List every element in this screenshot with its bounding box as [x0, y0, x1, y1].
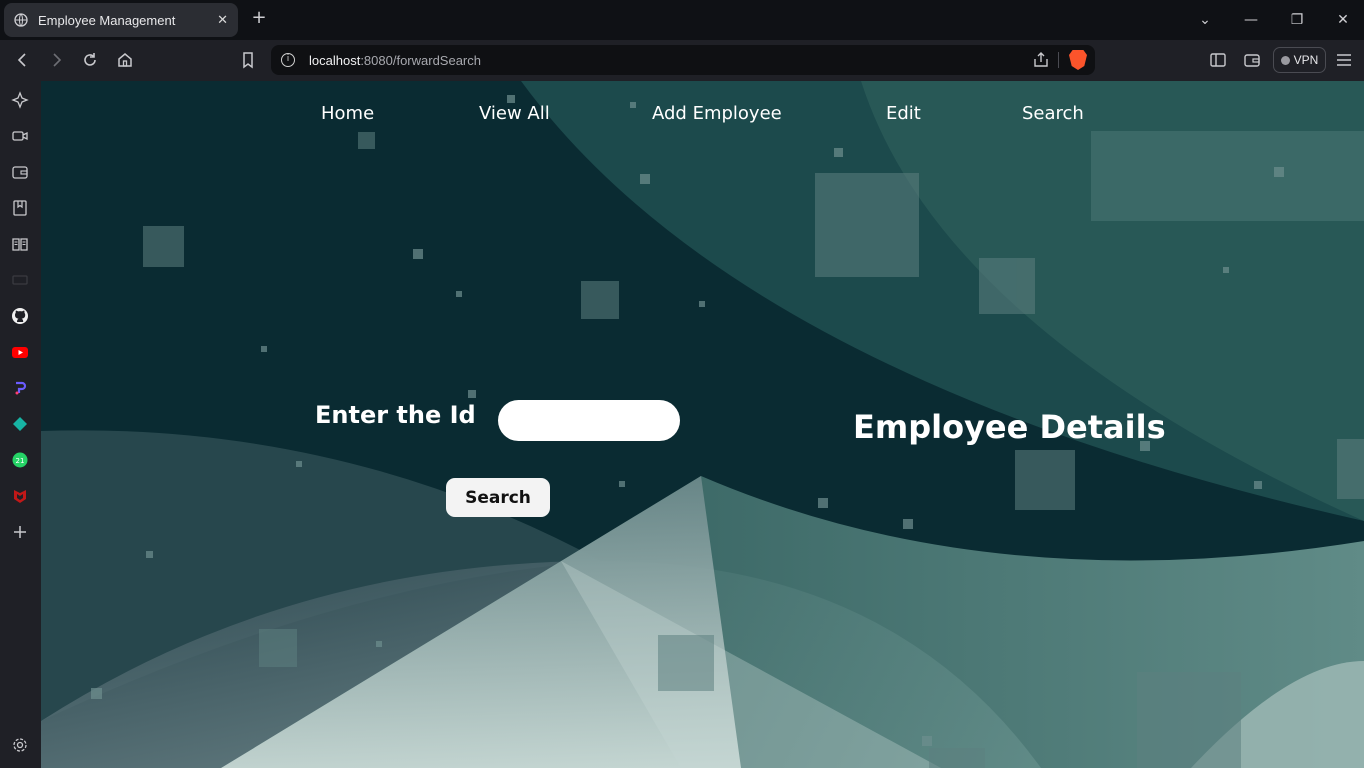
diamond-app-icon[interactable] [11, 415, 29, 433]
reload-icon[interactable] [80, 50, 100, 70]
youtube-icon[interactable] [11, 343, 29, 361]
restore-icon[interactable]: ❐ [1287, 10, 1307, 30]
main-nav: Home View All Add Employee Edit Search [41, 103, 1364, 131]
url-separator [1058, 52, 1059, 68]
browser-tab-bar: Employee Management ✕ + ⌄ — ❐ ✕ [0, 0, 1364, 40]
vpn-status-icon [1280, 55, 1290, 65]
github-icon[interactable] [11, 307, 29, 325]
globe-icon [14, 13, 28, 27]
back-icon[interactable] [13, 50, 33, 70]
employee-id-input[interactable] [498, 400, 680, 441]
address-bar[interactable]: i localhost:8080/forwardSearch [271, 45, 1095, 75]
nav-search-link[interactable]: Search [1022, 103, 1084, 124]
page-content: Home View All Add Employee Edit Search E… [41, 81, 1364, 768]
close-tab-icon[interactable]: ✕ [217, 13, 228, 28]
mcafee-icon[interactable] [11, 487, 29, 505]
brave-shield-icon[interactable] [1069, 50, 1087, 70]
home-icon[interactable] [115, 50, 135, 70]
info-icon[interactable]: i [281, 53, 295, 67]
vpn-label: VPN [1293, 53, 1319, 67]
leo-ai-icon[interactable] [11, 91, 29, 109]
app-shortcut-icon[interactable] [11, 379, 29, 397]
add-panel-icon[interactable] [11, 523, 29, 541]
bookmark-icon[interactable] [238, 50, 258, 70]
reading-list-icon[interactable] [11, 235, 29, 253]
video-call-icon[interactable] [11, 127, 29, 145]
tab-list-icon[interactable]: ⌄ [1195, 10, 1215, 30]
wallet-icon[interactable] [1242, 50, 1262, 70]
forward-icon[interactable] [46, 50, 66, 70]
nav-add-employee-link[interactable]: Add Employee [652, 103, 782, 124]
browser-tab[interactable]: Employee Management ✕ [4, 3, 238, 37]
menu-icon[interactable] [1334, 50, 1354, 70]
tab-title: Employee Management [38, 12, 176, 28]
search-button[interactable]: Search [446, 478, 550, 517]
vpn-button[interactable]: VPN [1273, 47, 1326, 73]
wallet-panel-icon[interactable] [11, 163, 29, 181]
sidebar-icon[interactable] [1208, 50, 1228, 70]
browser-sidebar: 21 [0, 81, 41, 768]
url-path: :8080/forwardSearch [360, 52, 481, 68]
share-icon[interactable] [1032, 51, 1050, 69]
id-label: Enter the Id [315, 401, 476, 429]
history-panel-icon[interactable] [11, 271, 29, 289]
settings-gear-icon[interactable] [11, 736, 29, 754]
new-tab-button[interactable]: + [250, 9, 268, 27]
minimize-icon[interactable]: — [1241, 10, 1261, 30]
whatsapp-icon[interactable]: 21 [11, 451, 29, 469]
nav-edit-link[interactable]: Edit [886, 103, 921, 124]
employee-details-heading: Employee Details [853, 408, 1166, 446]
url-host: localhost [309, 52, 361, 68]
bookmarks-panel-icon[interactable] [11, 199, 29, 217]
nav-home-link[interactable]: Home [321, 103, 374, 124]
close-window-icon[interactable]: ✕ [1333, 10, 1353, 30]
nav-view-all-link[interactable]: View All [479, 103, 550, 124]
svg-text:21: 21 [16, 457, 25, 465]
